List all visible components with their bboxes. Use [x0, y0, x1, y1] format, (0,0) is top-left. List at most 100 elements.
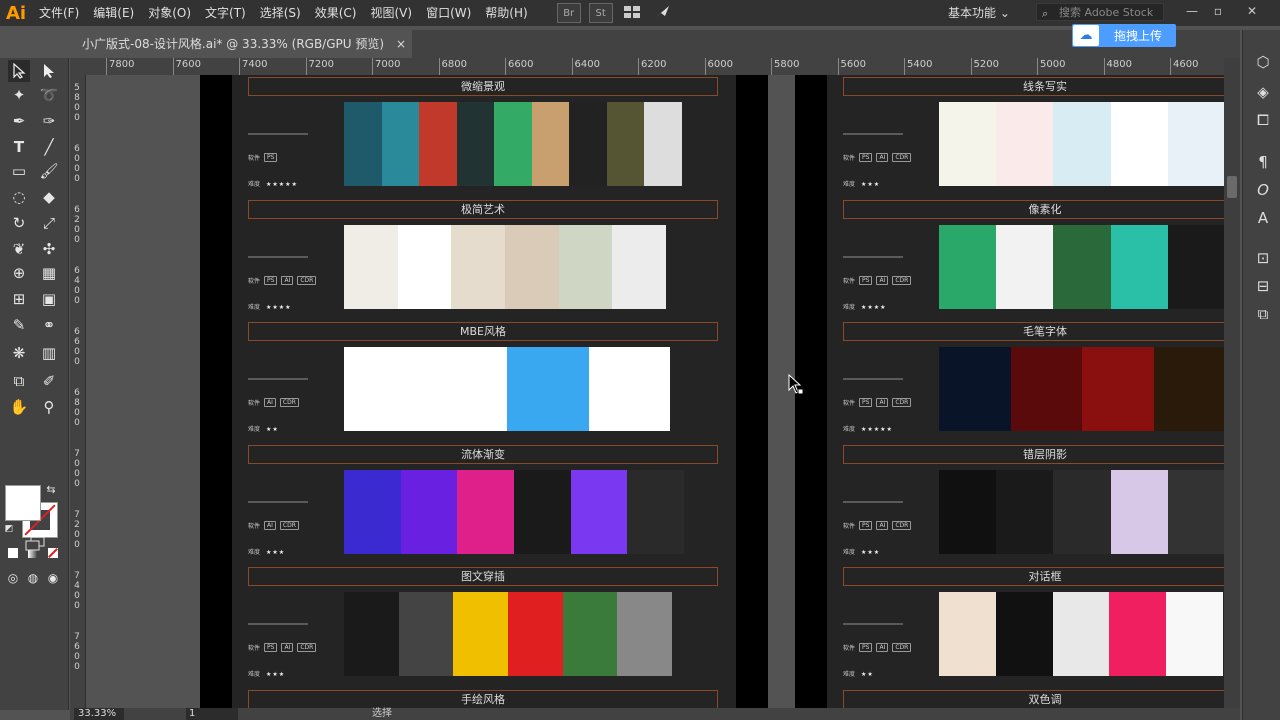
description-line — [843, 133, 903, 135]
perspective-grid-icon[interactable]: ▦ — [38, 262, 60, 284]
curvature-tool-icon[interactable]: ✑ — [38, 110, 60, 132]
type-tool-icon[interactable]: T — [8, 136, 30, 158]
close-icon[interactable]: × — [396, 30, 406, 58]
eyedropper-icon[interactable]: ✎ — [8, 314, 30, 336]
software-badge: CDR — [892, 398, 912, 407]
style-sample-images[interactable] — [939, 469, 1224, 554]
menu-item-4[interactable]: 选择(S) — [253, 0, 308, 26]
eraser-icon[interactable]: ◆ — [38, 186, 60, 208]
align-icon[interactable]: ⊟ — [1253, 276, 1273, 296]
bridge-button[interactable]: Br — [556, 3, 581, 23]
ruler-digit: 0 — [74, 154, 80, 164]
artboard-right[interactable]: 线条写实 软件 PS AI CDR 难度 ★★★ 像素化 软件 PS AI CDR 难度 ★★★★ 毛笔字体… — [795, 75, 1224, 708]
line-tool-icon[interactable]: ╱ — [38, 136, 60, 158]
canvas[interactable]: 微缩景观 软件 PS 难度 ★★★★★ 极简艺术 软件 PS AI CDR 难度 ★★★★ MBE风格软… — [86, 75, 1224, 708]
shape-builder-icon[interactable]: ⊕ — [8, 262, 30, 284]
symbol-sprayer-icon[interactable]: ❋ — [8, 342, 30, 364]
menu-item-6[interactable]: 视图(V) — [363, 0, 419, 26]
gradient-tool-icon[interactable]: ▣ — [38, 288, 60, 310]
difficulty-label: 难度 — [843, 181, 856, 188]
style-sample-images[interactable] — [344, 347, 670, 431]
artboard-tool-icon[interactable]: ⧉ — [8, 370, 30, 392]
menu-item-2[interactable]: 对象(O) — [141, 0, 198, 26]
zoom-tool-icon[interactable]: ⚲ — [38, 396, 60, 418]
default-colors-icon[interactable]: ◩ — [2, 522, 16, 536]
section-title: 手绘风格 — [248, 689, 718, 708]
libraries-icon[interactable]: ⬡ — [1253, 52, 1273, 72]
sample-image — [939, 102, 997, 186]
layers-icon[interactable]: ◈ — [1253, 82, 1273, 102]
sample-image — [1110, 102, 1168, 186]
rotate-tool-icon[interactable]: ↻ — [8, 212, 30, 234]
none-mode-icon[interactable] — [46, 546, 60, 560]
software-badge: PS — [859, 275, 873, 285]
draw-behind-icon[interactable]: ◍ — [24, 570, 42, 586]
style-sample-images[interactable] — [344, 469, 684, 554]
puppet-warp-icon[interactable]: ✣ — [38, 238, 60, 260]
fill-color-swatch[interactable] — [5, 485, 41, 521]
zoom-level-field[interactable]: 33.33% — [74, 708, 124, 720]
paragraph-icon[interactable]: ¶ — [1253, 152, 1273, 172]
style-sample-images[interactable] — [939, 224, 1224, 309]
draw-normal-icon[interactable]: ◎ — [4, 570, 22, 586]
menu-item-7[interactable]: 窗口(W) — [419, 0, 478, 26]
menu-item-8[interactable]: 帮助(H) — [478, 0, 534, 26]
software-row: 软件 AI CDR — [248, 520, 299, 530]
menu-item-3[interactable]: 文字(T) — [198, 0, 253, 26]
upload-button[interactable]: ☁ 拖拽上传 — [1072, 24, 1176, 47]
warp-tool-icon[interactable]: ❦ — [8, 238, 30, 260]
menu-item-0[interactable]: 文件(F) — [32, 0, 86, 26]
mesh-tool-icon[interactable]: ⊞ — [8, 288, 30, 310]
sample-image — [344, 347, 426, 431]
hand-tool-icon[interactable]: ✋ — [8, 396, 30, 418]
blend-tool-icon[interactable]: ⚭ — [38, 314, 60, 336]
opentype-icon[interactable]: O — [1253, 180, 1273, 200]
ruler-digit: 4 — [74, 276, 80, 286]
vertical-scrollbar[interactable] — [1224, 58, 1240, 708]
arrange-documents-button[interactable] — [621, 3, 643, 21]
style-sample-images[interactable] — [939, 347, 1224, 431]
stock-search-input[interactable]: ⌕ 搜索 Adobe Stock — [1036, 3, 1164, 21]
magic-wand-icon[interactable]: ✦ — [8, 84, 30, 106]
selection-tool-icon[interactable] — [8, 60, 30, 82]
style-sample-images[interactable] — [344, 592, 672, 676]
character-icon[interactable]: A — [1253, 208, 1273, 228]
maximize-button[interactable]: ▫ — [1202, 0, 1234, 22]
artboard-number-field[interactable]: 1 — [186, 708, 238, 720]
style-sample-images[interactable] — [344, 102, 682, 186]
change-screen-mode-icon[interactable] — [24, 536, 46, 552]
close-window-button[interactable]: ✕ — [1236, 0, 1268, 22]
menu-item-5[interactable]: 效果(C) — [308, 0, 364, 26]
ruler-tick: 7200 — [305, 58, 334, 75]
style-sample-images[interactable] — [939, 592, 1223, 676]
lasso-icon[interactable]: ➰ — [38, 84, 60, 106]
artboards-icon[interactable]: ⧠ — [1253, 110, 1273, 130]
status-text[interactable]: 选择 — [372, 708, 392, 720]
style-sample-images[interactable] — [939, 102, 1224, 186]
style-sample-images[interactable] — [344, 224, 666, 309]
chevron-down-icon: ⌄ — [999, 6, 1010, 20]
direct-selection-tool-icon[interactable] — [38, 60, 60, 82]
document-tab[interactable]: 小广版式-08-设计风格.ai* @ 33.33% (RGB/GPU 预览) × — [70, 30, 412, 58]
color-mode-icon[interactable] — [6, 546, 20, 560]
pathfinder-icon[interactable]: ⧉ — [1253, 304, 1273, 324]
workspace-switcher[interactable]: 基本功能 ⌄ — [948, 4, 1010, 21]
draw-inside-icon[interactable]: ◉ — [44, 570, 62, 586]
sample-image — [456, 102, 495, 186]
ruler-digit: 7 — [74, 510, 80, 520]
swap-colors-icon[interactable]: ⇆ — [44, 482, 58, 496]
artboard-left[interactable]: 微缩景观 软件 PS 难度 ★★★★★ 极简艺术 软件 PS AI CDR 难度 ★★★★ MBE风格软… — [200, 75, 768, 708]
gpu-performance-button[interactable] — [651, 3, 673, 21]
pen-tool-icon[interactable]: ✒ — [8, 110, 30, 132]
rectangle-tool-icon[interactable]: ▭ — [8, 160, 30, 182]
software-badge: CDR — [279, 398, 299, 407]
scale-tool-icon[interactable]: ⤢ — [38, 212, 60, 234]
slice-tool-icon[interactable]: ✐ — [38, 370, 60, 392]
paintbrush-icon[interactable]: 🖌 — [38, 160, 60, 182]
column-graph-icon[interactable]: ▥ — [38, 342, 60, 364]
scrollbar-thumb[interactable] — [1227, 176, 1237, 198]
shaper-tool-icon[interactable]: ◌ — [8, 186, 30, 208]
menu-item-1[interactable]: 编辑(E) — [86, 0, 141, 26]
stock-button[interactable]: St — [588, 3, 613, 23]
transform-icon[interactable]: ⊡ — [1253, 248, 1273, 268]
